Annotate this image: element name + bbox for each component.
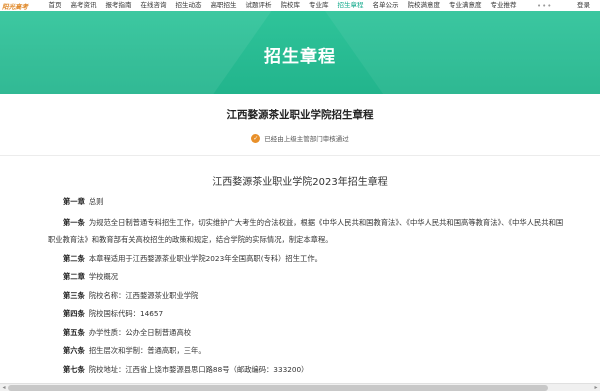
verify-text: 已经由上级主管部门审核通过: [264, 135, 349, 143]
paragraph: 第六条 招生层次和学制：普通高职，三年。: [48, 344, 568, 359]
nav-item[interactable]: 首页: [44, 0, 66, 11]
horizontal-scrollbar[interactable]: ◂ ▸: [0, 383, 600, 391]
nav-item[interactable]: 专业满意度: [445, 0, 487, 11]
scroll-left-icon[interactable]: ◂: [0, 384, 8, 391]
nav-item[interactable]: 在线咨询: [136, 0, 171, 11]
article-label: 第三条: [63, 290, 85, 300]
article-label: 第五条: [63, 327, 85, 337]
paragraph: 第一条 为规范全日制普通专科招生工作，切实维护广大考生的合法权益，根据《中华人民共…: [48, 214, 568, 248]
scroll-thumb[interactable]: [8, 385, 548, 391]
article-text: 学校概况: [88, 272, 119, 281]
nav-item[interactable]: 试题评析: [241, 0, 276, 11]
article-text: 院校地址：江西省上饶市婺源县思口路88号（邮政编码：333200）: [88, 364, 309, 374]
article-label: 第二章: [63, 272, 85, 281]
article-title: 江西婺源茶业职业学院招生章程: [226, 109, 374, 121]
document-content: 第一章 总则第一条 为规范全日制普通专科招生工作，切实维护广大考生的合法权益，根据《…: [48, 195, 568, 391]
nav-item[interactable]: 高考资讯: [66, 0, 101, 11]
nav-item[interactable]: 院校满意度: [403, 0, 445, 11]
nav-item[interactable]: 报考指南: [101, 0, 136, 11]
nav-item[interactable]: 招生章程: [333, 0, 368, 11]
site-logo[interactable]: 阳光高考: [0, 0, 44, 11]
article-text: 总则: [88, 197, 104, 206]
page-banner: 招生章程: [0, 11, 600, 94]
seal-icon: ✓: [251, 133, 261, 143]
article-label: 第二条: [63, 253, 85, 263]
scroll-right-icon[interactable]: ▸: [592, 384, 600, 391]
top-nav: 阳光高考 首页 高考资讯 报考指南 在线咨询 招生动态 高职招生 试题评析 院校库 专业库 招生章…: [0, 0, 600, 11]
more-icon[interactable]: •••: [537, 2, 552, 10]
banner-title: 招生章程: [264, 47, 336, 67]
nav-item[interactable]: 高职招生: [206, 0, 241, 11]
verify-note: ✓ 已经由上级主管部门审核通过: [0, 133, 600, 143]
nav-menu: 首页 高考资讯 报考指南 在线咨询 招生动态 高职招生 试题评析 院校库 专业库 招生章程 名单公示…: [44, 0, 521, 11]
nav-item[interactable]: 专业库: [305, 0, 334, 11]
paragraph: 第二章 学校概况: [48, 270, 568, 285]
paragraph: 第三条 院校名称：江西婺源茶业职业学院: [48, 289, 568, 304]
article-label: 第七条: [63, 364, 85, 374]
paragraph: 第五条 办学性质：公办全日制普通高校: [48, 326, 568, 341]
document-title: 江西婺源茶业职业学院2023年招生章程: [212, 177, 388, 188]
paragraph: 第七条 院校地址：江西省上饶市婺源县思口路88号（邮政编码：333200）: [48, 363, 568, 378]
article-text: 招生层次和学制：普通高职，三年。: [88, 346, 206, 355]
article-text: 院校国标代码：14657: [88, 309, 164, 318]
nav-item[interactable]: 名单公示: [368, 0, 403, 11]
article-label: 第一章: [63, 197, 85, 206]
login-link[interactable]: 登录: [577, 0, 590, 11]
article-text: 院校名称：江西婺源茶业职业学院: [88, 290, 199, 300]
article-text: 本章程适用于江西婺源茶业职业学院2023年全国高职(专科）招生工作。: [88, 253, 322, 263]
paragraph: 第一章 总则: [48, 195, 568, 210]
article-text: 为规范全日制普通专科招生工作，切实维护广大考生的合法权益，根据《中华人民共和国教…: [48, 217, 564, 244]
article-text: 办学性质：公办全日制普通高校: [88, 327, 192, 337]
nav-item[interactable]: 院校库: [276, 0, 305, 11]
paragraph: 第四条 院校国标代码：14657: [48, 307, 568, 322]
article-label: 第六条: [63, 346, 85, 355]
article-label: 第一条: [63, 217, 85, 227]
paragraph: 第二条 本章程适用于江西婺源茶业职业学院2023年全国高职(专科）招生工作。: [48, 252, 568, 267]
article-label: 第四条: [63, 309, 85, 318]
nav-item[interactable]: 专业推荐: [486, 0, 521, 11]
nav-item[interactable]: 招生动态: [171, 0, 206, 11]
divider: [0, 155, 600, 156]
